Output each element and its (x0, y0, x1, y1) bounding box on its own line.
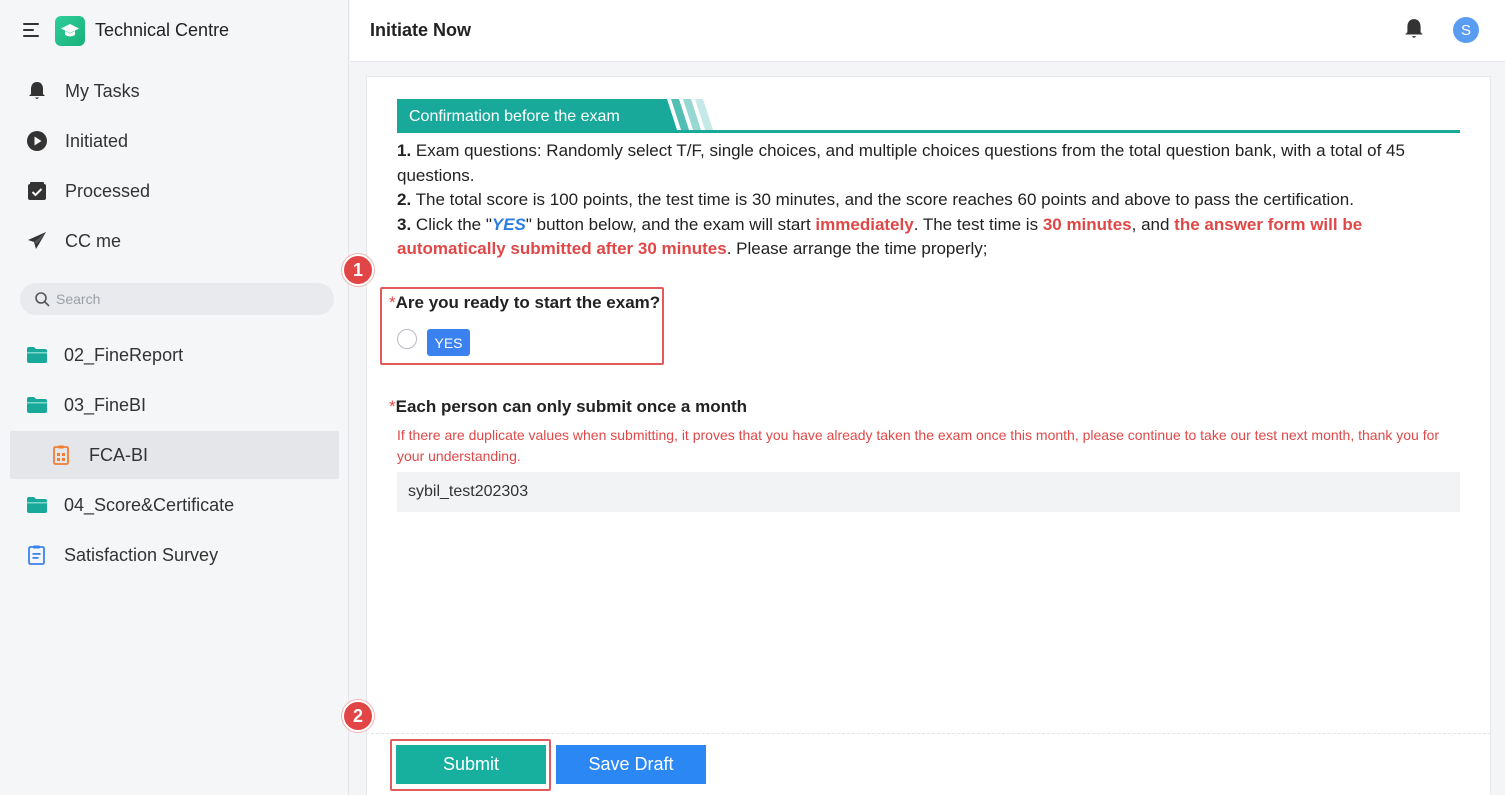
folder-icon (27, 497, 47, 513)
section-banner: Confirmation before the exam (397, 99, 1460, 133)
annotation-badge-2: 2 (342, 700, 374, 732)
rule-number: 2. (397, 190, 412, 209)
brand: Technical Centre (0, 0, 349, 62)
top-header: Initiate Now S (350, 0, 1505, 62)
survey-icon (28, 545, 45, 565)
rule-3: 3. Click the "YES" button below, and the… (397, 213, 1460, 262)
nav-label: CC me (65, 230, 122, 251)
save-draft-button[interactable]: Save Draft (556, 745, 706, 784)
duplicate-hint: If there are duplicate values when submi… (397, 427, 1440, 464)
rule-number: 1. (397, 141, 412, 160)
nav-label: Initiated (65, 130, 129, 151)
rule-emphasis: immediately (815, 214, 914, 234)
rule-text: , and (1131, 214, 1175, 234)
nav-item-processed[interactable]: Processed (0, 171, 349, 211)
folder-icon (27, 347, 47, 363)
nav-item-cc-me[interactable]: CC me (0, 221, 349, 261)
banner-stripes (655, 99, 713, 130)
tree-item-02-finereport[interactable]: 02_FineReport (0, 331, 349, 379)
annotation-box-2 (390, 739, 551, 791)
rule-emphasis: 30 minutes (1042, 214, 1132, 234)
annotation-box-1 (380, 287, 664, 365)
notification-bell-icon[interactable] (1404, 18, 1424, 40)
rule-text: Click the " (411, 214, 492, 234)
required-mark: * (389, 397, 396, 416)
exam-rules: 1. Exam questions: Randomly select T/F, … (397, 139, 1460, 262)
rule-text: . The test time is (913, 214, 1043, 234)
play-circle-icon (26, 130, 48, 152)
tree-item-satisfaction-survey[interactable]: Satisfaction Survey (0, 531, 349, 579)
rule-1: 1. Exam questions: Randomly select T/F, … (397, 139, 1460, 188)
avatar[interactable]: S (1453, 17, 1479, 43)
app-title: Technical Centre (95, 20, 230, 40)
tree-label: Satisfaction Survey (64, 545, 219, 565)
banner-title: Confirmation before the exam (409, 108, 620, 125)
bell-icon (26, 80, 48, 102)
username-field[interactable]: sybil_test202303 (397, 472, 1460, 512)
tree-item-03-finebi[interactable]: 03_FineBI (0, 381, 349, 429)
search-box[interactable] (20, 283, 334, 315)
question-once-label: *Each person can only submit once a mont… (389, 397, 747, 417)
tree-item-fca-bi[interactable]: FCA-BI (10, 431, 339, 479)
question-text: Each person can only submit once a month (395, 397, 748, 416)
annotation-badge-1: 1 (342, 254, 374, 286)
tree-label: FCA-BI (89, 445, 149, 465)
rule-text: . Please arrange the time properly; (726, 239, 988, 258)
search-icon (35, 292, 50, 307)
page-title: Initiate Now (370, 20, 472, 40)
nav-label: My Tasks (65, 80, 140, 101)
rule-yes-emphasis: YES (491, 214, 526, 234)
check-box-icon (26, 180, 48, 202)
form-icon (53, 445, 69, 465)
nav-item-my-tasks[interactable]: My Tasks (0, 71, 349, 111)
rule-text: Exam questions: Randomly select T/F, sin… (397, 141, 1405, 185)
search-input[interactable] (56, 287, 326, 311)
folder-icon (27, 397, 47, 413)
tree-label: 03_FineBI (64, 395, 147, 415)
rule-text: " button below, and the exam will start (525, 214, 816, 234)
nav-item-initiated[interactable]: Initiated (0, 121, 349, 161)
nav-label: Processed (65, 180, 151, 201)
footer-divider (366, 733, 1491, 734)
rule-number: 3. (397, 214, 412, 234)
tree-label: 04_Score&Certificate (64, 495, 235, 515)
tree-label: 02_FineReport (64, 345, 184, 365)
form-card: Confirmation before the exam 1. Exam que… (366, 76, 1491, 795)
graduation-cap-icon (55, 16, 85, 46)
paper-plane-icon (26, 230, 48, 252)
tree-item-04-score-certificate[interactable]: 04_Score&Certificate (0, 481, 349, 529)
rule-2: 2. The total score is 100 points, the te… (397, 188, 1460, 213)
menu-icon[interactable] (23, 22, 41, 38)
sidebar: Technical Centre My Tasks Initiated Proc… (0, 0, 349, 795)
rule-text: The total score is 100 points, the test … (411, 190, 1354, 209)
